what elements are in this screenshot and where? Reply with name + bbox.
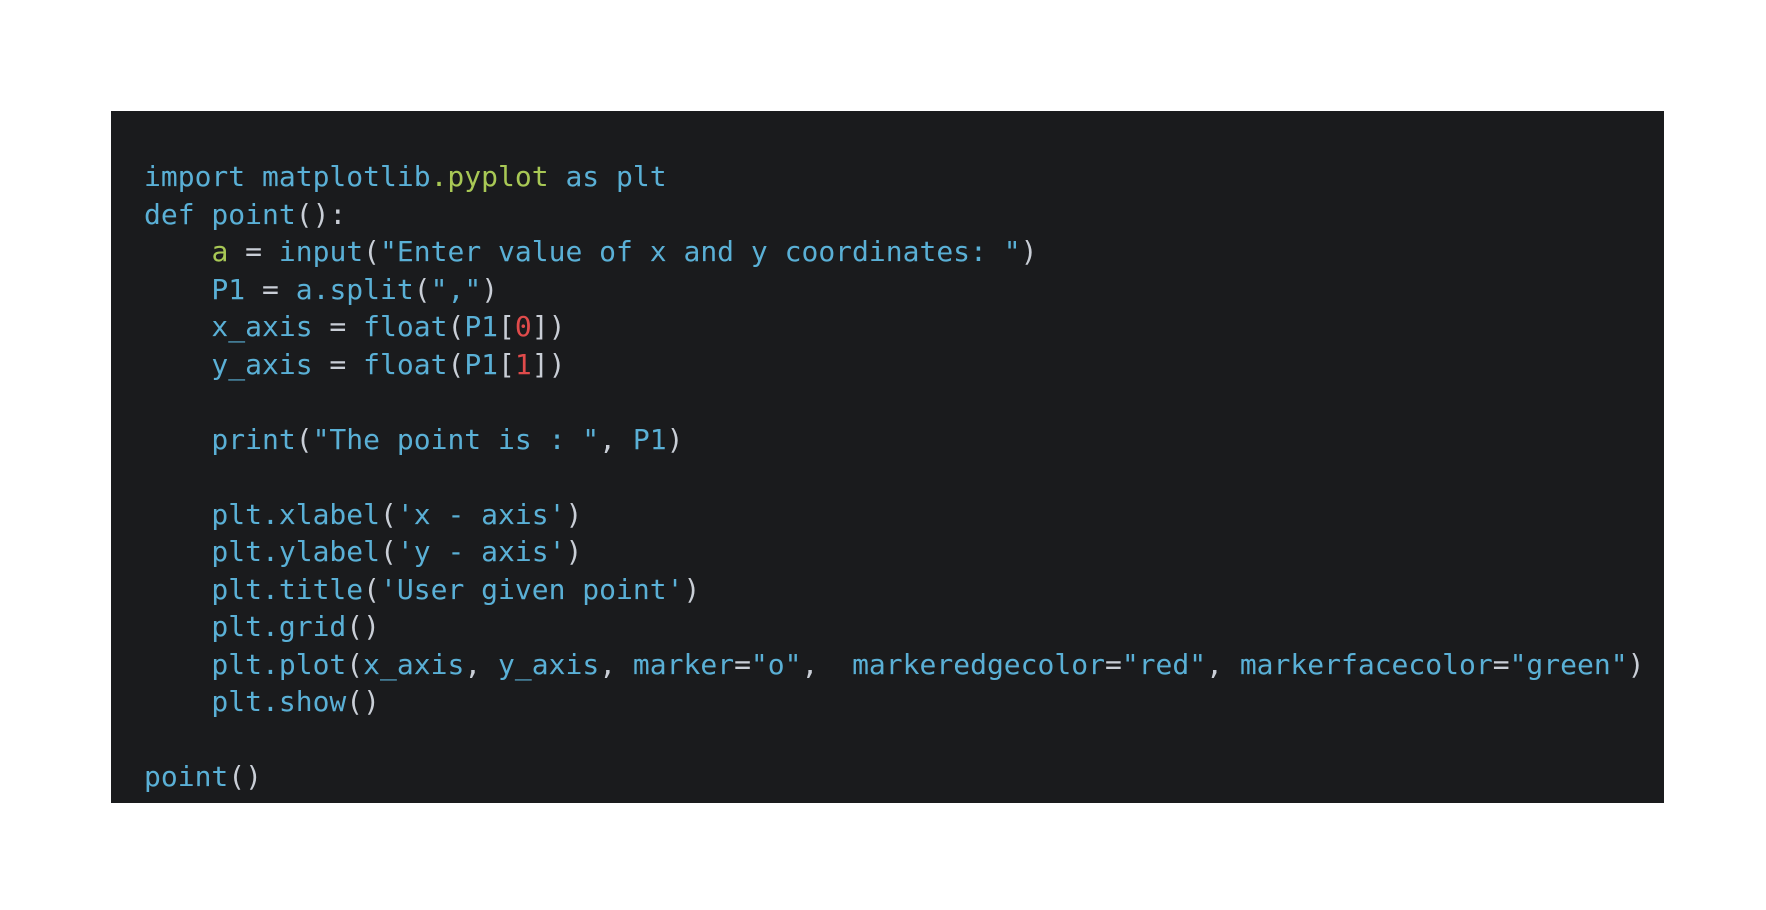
code-line: plt.ylabel('y - axis') bbox=[144, 533, 1664, 571]
code-token: float bbox=[363, 310, 448, 343]
code-token: plt.ylabel bbox=[144, 535, 381, 568]
code-token: plt.plot bbox=[144, 647, 347, 681]
code-token: y_axis bbox=[498, 647, 600, 681]
code-token: = bbox=[245, 272, 296, 306]
code-token: , bbox=[599, 422, 633, 456]
code-token: ( bbox=[363, 235, 381, 268]
code-token: ]) bbox=[531, 347, 566, 381]
code-token: ) bbox=[1020, 235, 1038, 268]
code-token: "red" bbox=[1121, 647, 1207, 681]
code-line: plt.xlabel('x - axis') bbox=[144, 496, 1664, 534]
code-token: (): bbox=[295, 197, 347, 231]
code-line: def point(): bbox=[144, 196, 1664, 234]
code-token: import matplotlib bbox=[144, 160, 431, 193]
code-token: P1 bbox=[464, 310, 499, 343]
code-token: P1 bbox=[632, 422, 667, 456]
code-token: ]) bbox=[531, 310, 566, 343]
code-token: 'y - axis' bbox=[396, 535, 566, 568]
code-line: x_axis = float(P1[0]) bbox=[144, 308, 1664, 346]
code-token: [ bbox=[498, 310, 515, 343]
code-token: ) bbox=[1627, 647, 1645, 681]
code-token: P1 bbox=[464, 347, 499, 381]
code-token: print bbox=[144, 422, 296, 456]
code-token: , bbox=[464, 647, 499, 681]
code-token: a bbox=[211, 235, 229, 268]
code-token: ) bbox=[565, 497, 583, 531]
code-token: "," bbox=[430, 272, 482, 306]
code-token: markerfacecolor bbox=[1239, 647, 1493, 681]
code-token: ) bbox=[666, 422, 684, 456]
code-token: marker bbox=[632, 647, 735, 681]
code-line: print("The point is : ", P1) bbox=[144, 421, 1664, 459]
code-token: ) bbox=[565, 535, 583, 568]
code-token: plt.xlabel bbox=[144, 497, 381, 531]
code-token: markeredgecolor bbox=[852, 647, 1105, 681]
code-token: ( bbox=[295, 422, 313, 456]
code-line: plt.plot(x_axis, y_axis, marker="o", mar… bbox=[144, 646, 1664, 684]
code-line: plt.title('User given point') bbox=[144, 571, 1664, 609]
code-token: def point bbox=[144, 197, 296, 231]
code-token: ) bbox=[481, 272, 499, 306]
code-token: ( bbox=[380, 497, 397, 531]
code-line: a = input("Enter value of x and y coordi… bbox=[144, 233, 1664, 271]
code-token: 'User given point' bbox=[380, 572, 684, 606]
code-token: = bbox=[1104, 647, 1122, 681]
code-token: "Enter value of x and y coordinates: " bbox=[380, 235, 1021, 268]
code-token: as plt bbox=[548, 160, 667, 193]
code-token: ( bbox=[447, 310, 465, 343]
code-token: ( bbox=[447, 347, 465, 381]
code-token: 'x - axis' bbox=[396, 497, 566, 531]
code-token: .pyplot bbox=[430, 160, 549, 193]
code-token: "The point is : " bbox=[312, 422, 600, 456]
code-token: "o" bbox=[750, 647, 802, 681]
code-token: () bbox=[346, 610, 381, 643]
code-line: import matplotlib.pyplot as plt bbox=[144, 158, 1664, 196]
code-token: [ bbox=[498, 347, 515, 381]
code-token: = bbox=[312, 310, 364, 343]
code-token: 0 bbox=[514, 310, 532, 343]
code-token: a.split bbox=[295, 272, 414, 306]
code-token: ( bbox=[380, 535, 397, 568]
code-token: , bbox=[1206, 647, 1240, 681]
code-token: ( bbox=[346, 647, 364, 681]
code-token: "green" bbox=[1509, 647, 1628, 681]
code-token: x_axis bbox=[144, 310, 313, 343]
code-line: plt.show() bbox=[144, 683, 1664, 721]
code-token: plt.grid bbox=[144, 610, 347, 643]
code-line: plt.grid() bbox=[144, 608, 1664, 646]
code-token: () bbox=[346, 685, 381, 718]
code-line: point() bbox=[144, 758, 1664, 796]
code-token: plt.title bbox=[144, 572, 364, 606]
code-snippet-panel: import matplotlib.pyplot as plt def point… bbox=[111, 111, 1664, 803]
code-token: ( bbox=[413, 272, 431, 306]
code-token: () bbox=[228, 760, 263, 793]
code-token: = bbox=[312, 347, 364, 381]
code-token: = bbox=[228, 235, 279, 268]
code-token: 1 bbox=[514, 347, 532, 381]
code-token: P1 bbox=[144, 272, 246, 306]
code-line: P1 = a.split(",") bbox=[144, 271, 1664, 309]
code-token: x_axis bbox=[363, 647, 465, 681]
code-token: = bbox=[734, 647, 751, 681]
code-token: ( bbox=[363, 572, 381, 606]
code-token: point bbox=[144, 760, 229, 793]
code-token: y_axis bbox=[144, 347, 313, 381]
code-token: = bbox=[1492, 647, 1510, 681]
code-token: input bbox=[278, 235, 364, 268]
code-token: , bbox=[801, 647, 853, 681]
code-token: ) bbox=[683, 572, 701, 606]
code-token: float bbox=[363, 347, 448, 381]
code-token: , bbox=[599, 647, 633, 681]
code-token: plt.show bbox=[144, 685, 347, 718]
code-line: y_axis = float(P1[1]) bbox=[144, 346, 1664, 384]
